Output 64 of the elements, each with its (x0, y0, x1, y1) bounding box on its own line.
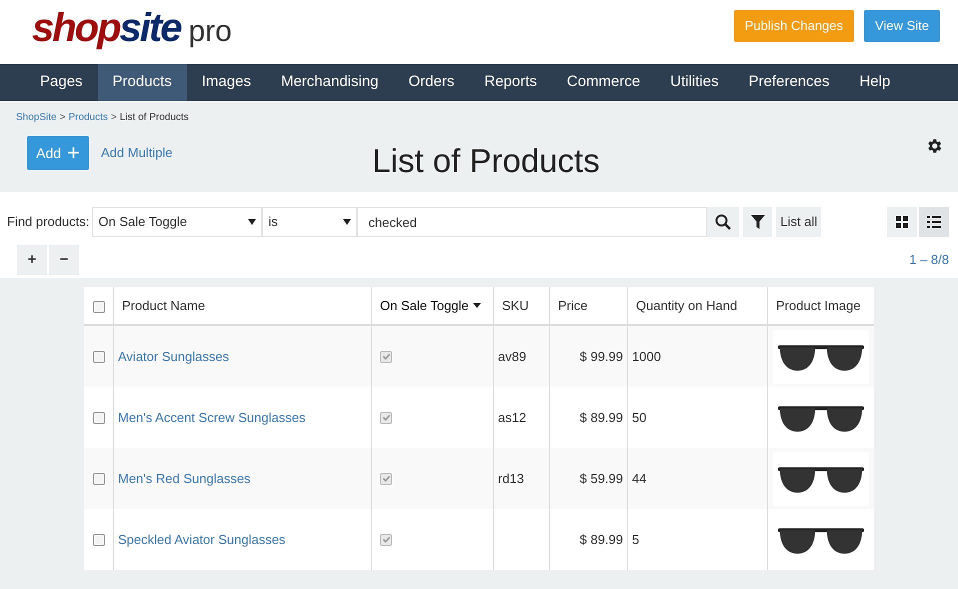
row-checkbox[interactable] (92, 472, 104, 484)
dropdown[interactable]: On Sale Toggle (92, 207, 262, 237)
quantity-cell-text: 50 (632, 408, 646, 427)
column-header[interactable]: Price (558, 296, 588, 316)
row-checkbox[interactable] (92, 534, 104, 546)
nav-tab[interactable]: Utilities (655, 64, 734, 101)
expand-button[interactable]: − (49, 245, 79, 275)
grid-view-button[interactable] (887, 207, 917, 237)
caret-icon (248, 219, 256, 225)
page-title: List of Products (372, 141, 600, 181)
column-header[interactable]: Quantity on Hand (636, 296, 738, 316)
nav-tab[interactable]: Orders (394, 64, 470, 101)
column-header[interactable]: Product Image (776, 296, 861, 316)
breadcrumb-current: List of Products (120, 112, 189, 124)
product-name-link[interactable]: Men's Accent Screw Sunglasses (118, 408, 306, 428)
product-name-link[interactable]: Aviator Sunglasses (118, 346, 230, 366)
price-cell-text: $ 89.99 (580, 408, 623, 427)
select-all-checkbox[interactable] (92, 301, 104, 313)
pagination-text: 1 – 8/8 (909, 251, 949, 270)
price-cell-text: $ 89.99 (580, 530, 623, 549)
add-multiple-link[interactable]: Add Multiple (101, 143, 173, 163)
nav-tab[interactable]: Merchandising (266, 64, 394, 101)
sku-cell-text: rd13 (498, 470, 524, 488)
filter-button[interactable] (743, 207, 772, 237)
table-row[interactable]: Aviator Sunglasses av89 $ 99.99 1000 (84, 326, 874, 387)
row-checkbox[interactable] (92, 350, 104, 362)
nav-tab[interactable]: Pages (25, 64, 98, 101)
expand-button[interactable]: + (17, 245, 47, 275)
quantity-cell-text: 5 (632, 530, 640, 549)
search-icon (715, 214, 732, 230)
column-header[interactable]: On Sale Toggle (380, 296, 469, 316)
table-row[interactable]: Men's Red Sunglasses rd13 $ 59.99 44 (84, 448, 874, 509)
breadcrumb-separator: > (60, 112, 66, 124)
sku-cell-text: av89 (498, 348, 526, 366)
sku-cell-text: as12 (498, 408, 526, 427)
product-name-link[interactable]: Speckled Aviator Sunglasses (118, 530, 286, 550)
breadcrumb-link[interactable]: Products (68, 112, 108, 124)
caret-icon (343, 219, 352, 225)
breadcrumb-separator: > (110, 112, 117, 124)
search-button[interactable] (707, 207, 740, 237)
nav-tab[interactable]: Help (844, 64, 906, 101)
quantity-cell-text: 44 (632, 470, 646, 488)
nav-tab[interactable]: Products (98, 64, 187, 101)
row-checkbox[interactable] (92, 412, 104, 424)
dropdown[interactable]: is (262, 207, 358, 237)
grid-icon (896, 216, 908, 228)
list-all-button[interactable]: List all (776, 207, 822, 237)
product-name-link[interactable]: Men's Red Sunglasses (118, 468, 251, 488)
price-cell-text: $ 59.99 (580, 470, 623, 488)
nav-tab[interactable]: Preferences (734, 64, 844, 101)
list-icon (927, 216, 941, 228)
nav-tab[interactable]: Images (186, 64, 266, 101)
column-header[interactable]: SKU (502, 296, 529, 316)
list-view-button[interactable] (919, 207, 949, 237)
nav-tab[interactable]: Commerce (552, 64, 656, 101)
filter-icon (750, 215, 765, 229)
breadcrumb-link[interactable]: ShopSite (16, 112, 57, 124)
shopsite-logo: shopsite pro (31, 5, 232, 52)
find-products-label: Find products: (7, 213, 90, 232)
price-cell-text: $ 99.99 (580, 348, 623, 366)
search-field[interactable]: checked (357, 207, 708, 237)
nav-tab[interactable]: Reports (469, 64, 552, 101)
quantity-cell-text: 1000 (632, 348, 661, 366)
column-header[interactable]: Product Name (122, 296, 206, 316)
